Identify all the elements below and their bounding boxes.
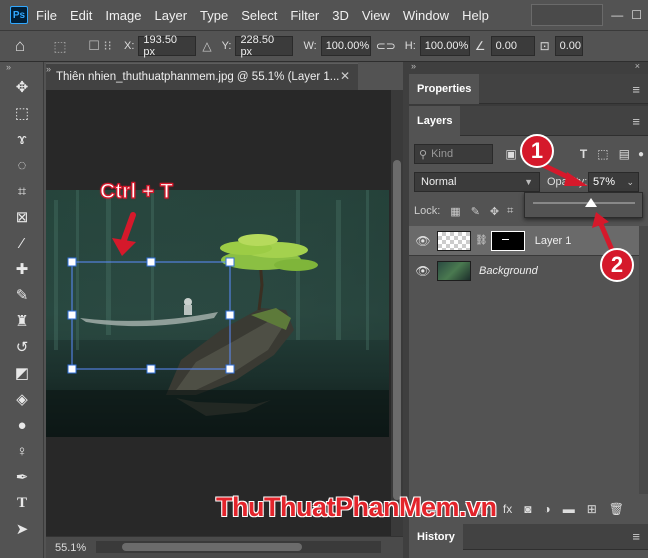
layer-name[interactable]: Background <box>479 265 538 277</box>
visibility-eye-icon[interactable]: 👁 <box>409 234 437 248</box>
visibility-eye-icon[interactable]: 👁 <box>409 264 437 278</box>
layers-panel-header: Layers ≡ <box>409 105 648 136</box>
mask-mark <box>501 238 509 240</box>
link-icon[interactable]: ⛓ <box>475 235 488 246</box>
layer-name[interactable]: Layer 1 <box>535 235 572 247</box>
step-1-badge: 1 <box>520 134 554 168</box>
tab-layers[interactable]: Layers <box>409 105 461 136</box>
lock-label: Lock: <box>414 205 441 217</box>
vertical-scrollbar[interactable] <box>391 90 403 536</box>
lock-position-icon[interactable]: ✥ <box>490 205 499 218</box>
panel-close-icon[interactable]: × <box>635 61 640 71</box>
transform-handle <box>67 257 77 267</box>
tab-properties[interactable]: Properties <box>409 73 480 104</box>
opacity-label: Opacity: <box>547 176 588 188</box>
transform-handle <box>225 257 235 267</box>
opacity-slider-track[interactable] <box>533 202 635 204</box>
zoom-level[interactable]: 55.1% <box>55 542 86 554</box>
type-filter-icon[interactable]: T <box>580 147 587 161</box>
collapse-panels-icon[interactable]: » <box>411 61 416 71</box>
dock-top-strip: » × <box>403 61 648 74</box>
vertical-scroll-thumb[interactable] <box>393 160 401 500</box>
transform-handle <box>225 364 235 374</box>
delete-layer-icon[interactable]: 🗑 <box>609 502 624 516</box>
history-panel-header: History ≡ <box>409 523 648 550</box>
add-mask-icon[interactable]: ◙ <box>524 502 531 516</box>
panel-menu-icon[interactable]: ≡ <box>632 114 640 129</box>
kind-filter-select[interactable]: ⚲ Kind <box>414 144 494 164</box>
transform-handle <box>225 310 235 320</box>
transform-handle <box>146 257 156 267</box>
lock-transparent-icon[interactable]: ▦ <box>450 205 460 218</box>
transform-handle <box>67 310 77 320</box>
new-group-icon[interactable]: ▬ <box>563 502 575 516</box>
filter-toggle-icon[interactable]: ● <box>638 149 644 160</box>
smart-object-filter-icon[interactable]: ▤ <box>619 147 630 161</box>
new-layer-icon[interactable]: ⊞ <box>587 502 597 516</box>
lock-artboard-icon[interactable]: ⌗ <box>507 205 513 218</box>
lock-image-icon[interactable]: ✎ <box>471 205 480 218</box>
panel-menu-icon[interactable]: ≡ <box>632 529 640 544</box>
blend-mode-value: Normal <box>421 176 457 188</box>
transform-handle <box>146 364 156 374</box>
chevron-down-icon: ▼ <box>524 177 533 187</box>
layer-thumbnail <box>437 230 471 251</box>
layer-mask-thumbnail[interactable] <box>490 230 525 251</box>
properties-panel-header: Properties ≡ <box>409 73 648 104</box>
chevron-down-icon[interactable]: ⌄ <box>626 177 634 188</box>
opacity-value: 57% <box>593 176 616 188</box>
layer-thumbnail <box>437 260 471 281</box>
layer-row[interactable]: 👁 ⛓ Layer 1 <box>409 226 639 255</box>
panel-menu-icon[interactable]: ≡ <box>632 82 640 97</box>
opacity-slider-thumb[interactable] <box>585 198 598 207</box>
horizontal-scroll-thumb[interactable] <box>122 543 302 551</box>
transform-handle <box>67 364 77 374</box>
adjustment-layer-icon[interactable]: ◑ <box>543 502 550 516</box>
opacity-field[interactable]: 57% ⌄ <box>588 172 639 192</box>
lock-row: Lock: ▦ ✎ ✥ ⌗ <box>414 204 513 218</box>
hotkey-annotation: Ctrl + T <box>99 179 173 203</box>
layers-scrollbar[interactable] <box>639 226 648 494</box>
tab-history[interactable]: History <box>409 523 463 550</box>
search-icon: ⚲ <box>419 148 428 161</box>
shape-filter-icon[interactable]: ⬚ <box>597 147 608 161</box>
blend-mode-select[interactable]: Normal ▼ <box>414 172 540 192</box>
step-2-badge: 2 <box>600 248 634 282</box>
horizontal-scrollbar[interactable] <box>96 541 381 553</box>
layer-style-icon[interactable]: fx <box>503 502 512 516</box>
site-watermark: ThuThuatPhanMem.vn <box>216 492 497 522</box>
pixel-filter-icon[interactable]: ▣ <box>505 147 516 161</box>
opacity-slider-popup[interactable] <box>524 192 643 218</box>
kind-placeholder: Kind <box>431 148 454 160</box>
